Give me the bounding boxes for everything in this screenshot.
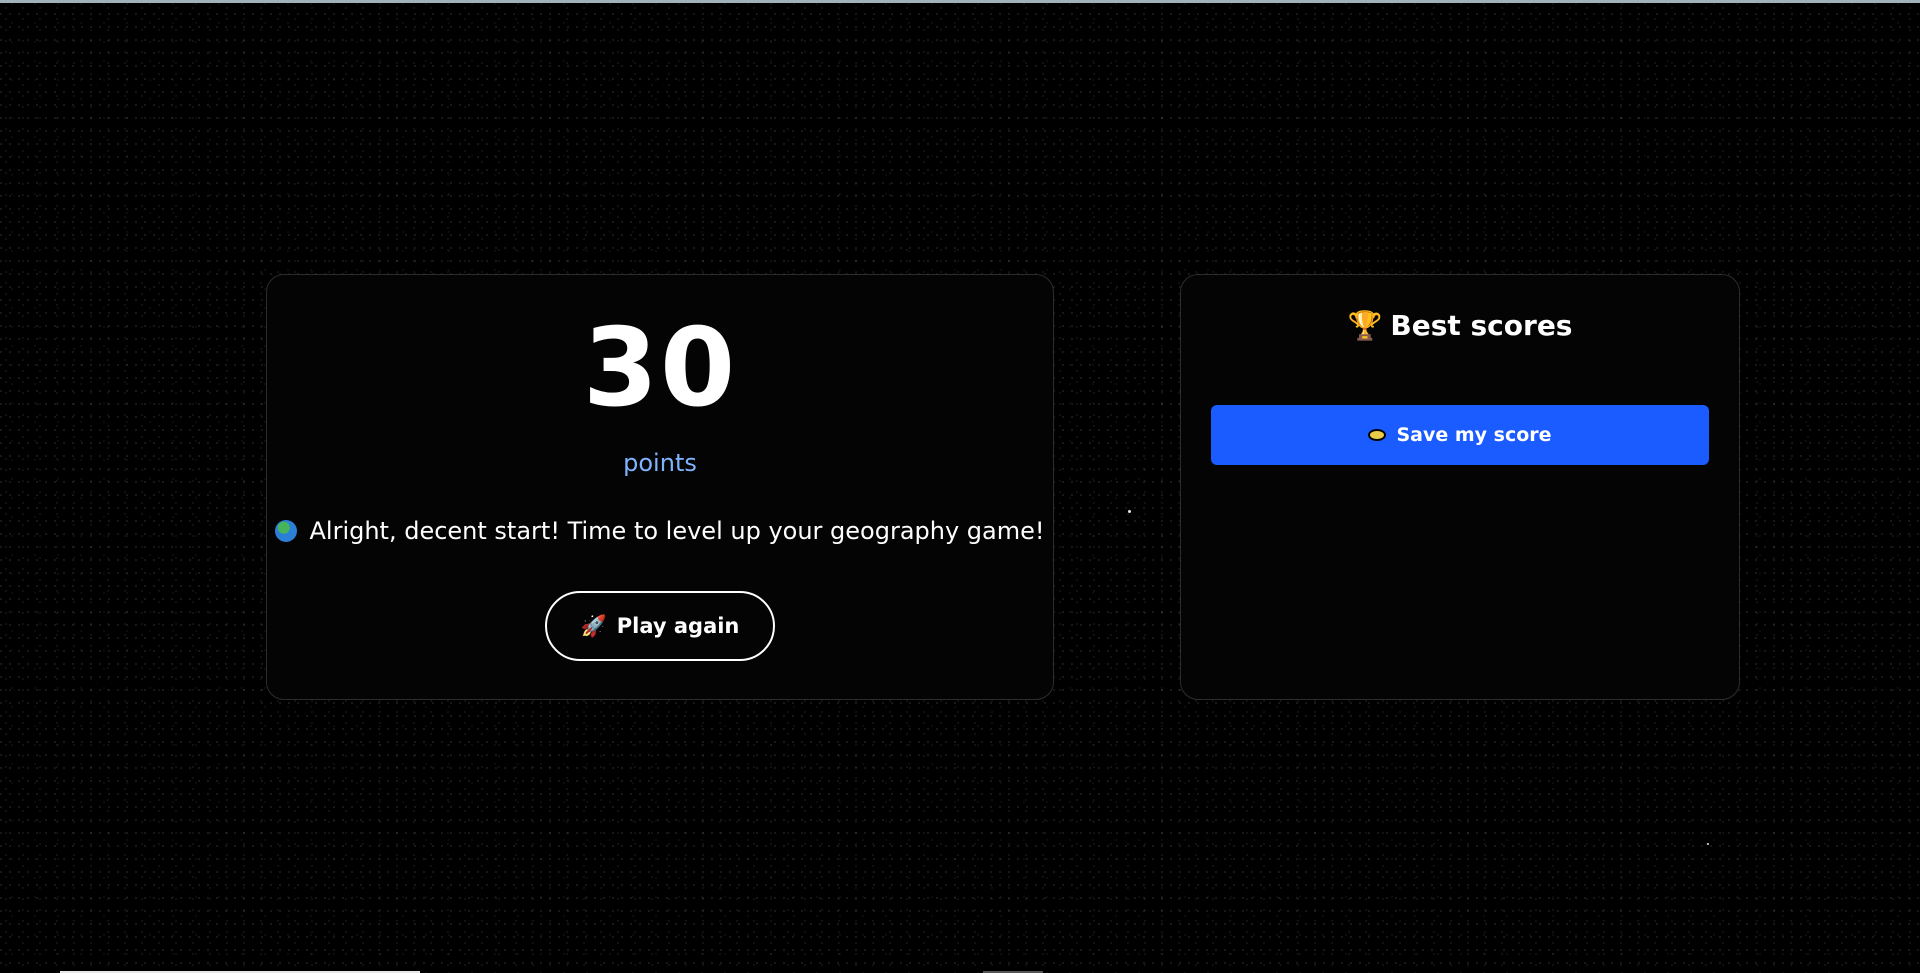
best-scores-card: 🏆 Best scores Save my score — [1180, 274, 1740, 700]
score-unit-label: points — [623, 449, 697, 477]
best-scores-title-text: Best scores — [1390, 309, 1573, 342]
result-message: Alright, decent start! Time to level up … — [267, 517, 1053, 545]
score-value: 30 — [582, 306, 738, 431]
save-score-button[interactable]: Save my score — [1211, 405, 1709, 465]
play-again-label: Play again — [616, 614, 740, 638]
rocket-icon: 🚀 — [580, 613, 607, 638]
globe-icon — [275, 520, 298, 542]
star — [1707, 843, 1709, 845]
best-scores-title: 🏆 Best scores — [1181, 309, 1739, 342]
result-card: 30 points Alright, decent start! Time to… — [266, 274, 1054, 700]
top-border — [0, 0, 1920, 3]
game-over-screen: 30 points Alright, decent start! Time to… — [0, 0, 1920, 973]
play-again-button[interactable]: 🚀 Play again — [545, 591, 775, 661]
trophy-icon: 🏆 — [1347, 309, 1383, 342]
result-message-text: Alright, decent start! Time to level up … — [309, 517, 1045, 545]
save-score-label: Save my score — [1396, 424, 1552, 446]
star — [1128, 510, 1131, 513]
disk-icon — [1368, 429, 1387, 441]
